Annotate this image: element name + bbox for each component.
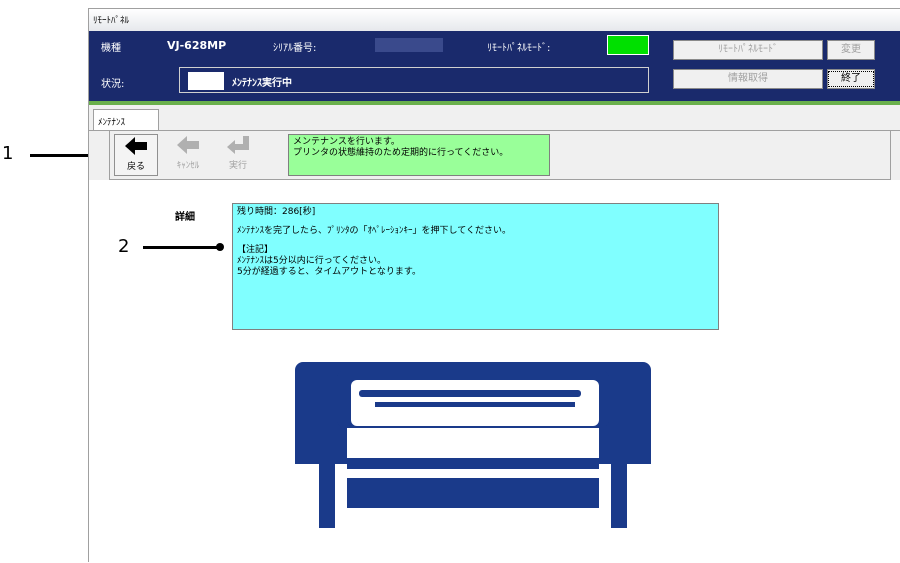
note-line-2: 5分が経過すると、タイムアウトとなります。 bbox=[237, 267, 422, 277]
back-arrow-icon bbox=[125, 137, 147, 155]
tab-maintenance[interactable]: ﾒﾝﾃﾅﾝｽ bbox=[93, 109, 159, 131]
remote-mode-label: ﾘﾓｰﾄﾊﾟﾈﾙﾓｰﾄﾞ: bbox=[487, 43, 551, 54]
callout-number-1: 1 bbox=[2, 143, 14, 164]
serial-label: ｼﾘｱﾙ番号: bbox=[273, 43, 317, 54]
get-info-button[interactable]: 情報取得 bbox=[673, 69, 823, 89]
accent-line bbox=[89, 101, 900, 105]
back-button[interactable]: 戻る bbox=[114, 134, 158, 176]
remote-panel-window: ﾘﾓｰﾄﾊﾟﾈﾙ 機種 VJ-628MP ｼﾘｱﾙ番号: ﾘﾓｰﾄﾊﾟﾈﾙﾓｰﾄ… bbox=[88, 8, 900, 563]
cancel-button-label: ｷｬﾝｾﾙ bbox=[176, 161, 200, 171]
serial-value-masked bbox=[375, 38, 443, 52]
content-area: 詳細 残り時間：286[秒] ﾒﾝﾃﾅﾝｽを完了したら、ﾌﾟﾘﾝﾀの「ｵﾍﾟﾚｰ… bbox=[89, 180, 900, 563]
status-value: ﾒﾝﾃﾅﾝｽ実行中 bbox=[232, 78, 292, 89]
status-label: 状況: bbox=[101, 79, 125, 90]
detail-box: 残り時間：286[秒] ﾒﾝﾃﾅﾝｽを完了したら、ﾌﾟﾘﾝﾀの「ｵﾍﾟﾚｰｼｮﾝ… bbox=[232, 203, 719, 330]
enter-arrow-icon bbox=[227, 136, 249, 154]
title-bar: ﾘﾓｰﾄﾊﾟﾈﾙ bbox=[89, 9, 900, 32]
message-line-2: プリンタの状態維持のため定期的に行ってください。 bbox=[293, 148, 509, 158]
remote-mode-button[interactable]: ﾘﾓｰﾄﾊﾟﾈﾙﾓｰﾄﾞ bbox=[673, 40, 823, 60]
change-button[interactable]: 変更 bbox=[827, 40, 875, 60]
execute-button-label: 実行 bbox=[228, 161, 247, 171]
instruction-text: ﾒﾝﾃﾅﾝｽを完了したら、ﾌﾟﾘﾝﾀの「ｵﾍﾟﾚｰｼｮﾝｷｰ」を押下してください… bbox=[237, 226, 511, 236]
note-title: 【注記】 bbox=[237, 245, 274, 255]
message-line-1: メンテナンスを行います。 bbox=[293, 137, 400, 147]
note-line-1: ﾒﾝﾃﾅﾝｽは5分以内に行ってください。 bbox=[237, 256, 387, 266]
model-value: VJ-628MP bbox=[167, 39, 227, 52]
status-indicator bbox=[188, 72, 224, 90]
cancel-arrow-icon bbox=[177, 136, 199, 154]
toolbar: 戻る ｷｬﾝｾﾙ 実行 メンテナンスを行います。 プリンタの状態維持のため定期的… bbox=[109, 130, 891, 180]
detail-label: 詳細 bbox=[175, 212, 195, 223]
header-panel: 機種 VJ-628MP ｼﾘｱﾙ番号: ﾘﾓｰﾄﾊﾟﾈﾙﾓｰﾄﾞ: 状況: ﾒﾝ… bbox=[89, 31, 900, 101]
execute-button[interactable]: 実行 bbox=[216, 134, 260, 176]
exit-button[interactable]: 終了 bbox=[827, 69, 875, 89]
callout-number-2: 2 bbox=[118, 236, 130, 257]
window-title: ﾘﾓｰﾄﾊﾟﾈﾙ bbox=[93, 16, 130, 26]
cancel-button[interactable]: ｷｬﾝｾﾙ bbox=[166, 134, 210, 176]
remaining-time: 残り時間：286[秒] bbox=[237, 207, 316, 217]
callout-line-2 bbox=[143, 246, 221, 249]
back-button-label: 戻る bbox=[126, 162, 145, 172]
model-label: 機種 bbox=[101, 43, 121, 54]
remote-mode-indicator bbox=[607, 35, 649, 55]
printer-icon bbox=[295, 362, 651, 528]
toolbar-message: メンテナンスを行います。 プリンタの状態維持のため定期的に行ってください。 bbox=[288, 134, 550, 176]
callout-dot-2 bbox=[216, 243, 224, 251]
status-frame: ﾒﾝﾃﾅﾝｽ実行中 bbox=[179, 67, 649, 93]
exit-button-label: 終了 bbox=[828, 71, 874, 87]
